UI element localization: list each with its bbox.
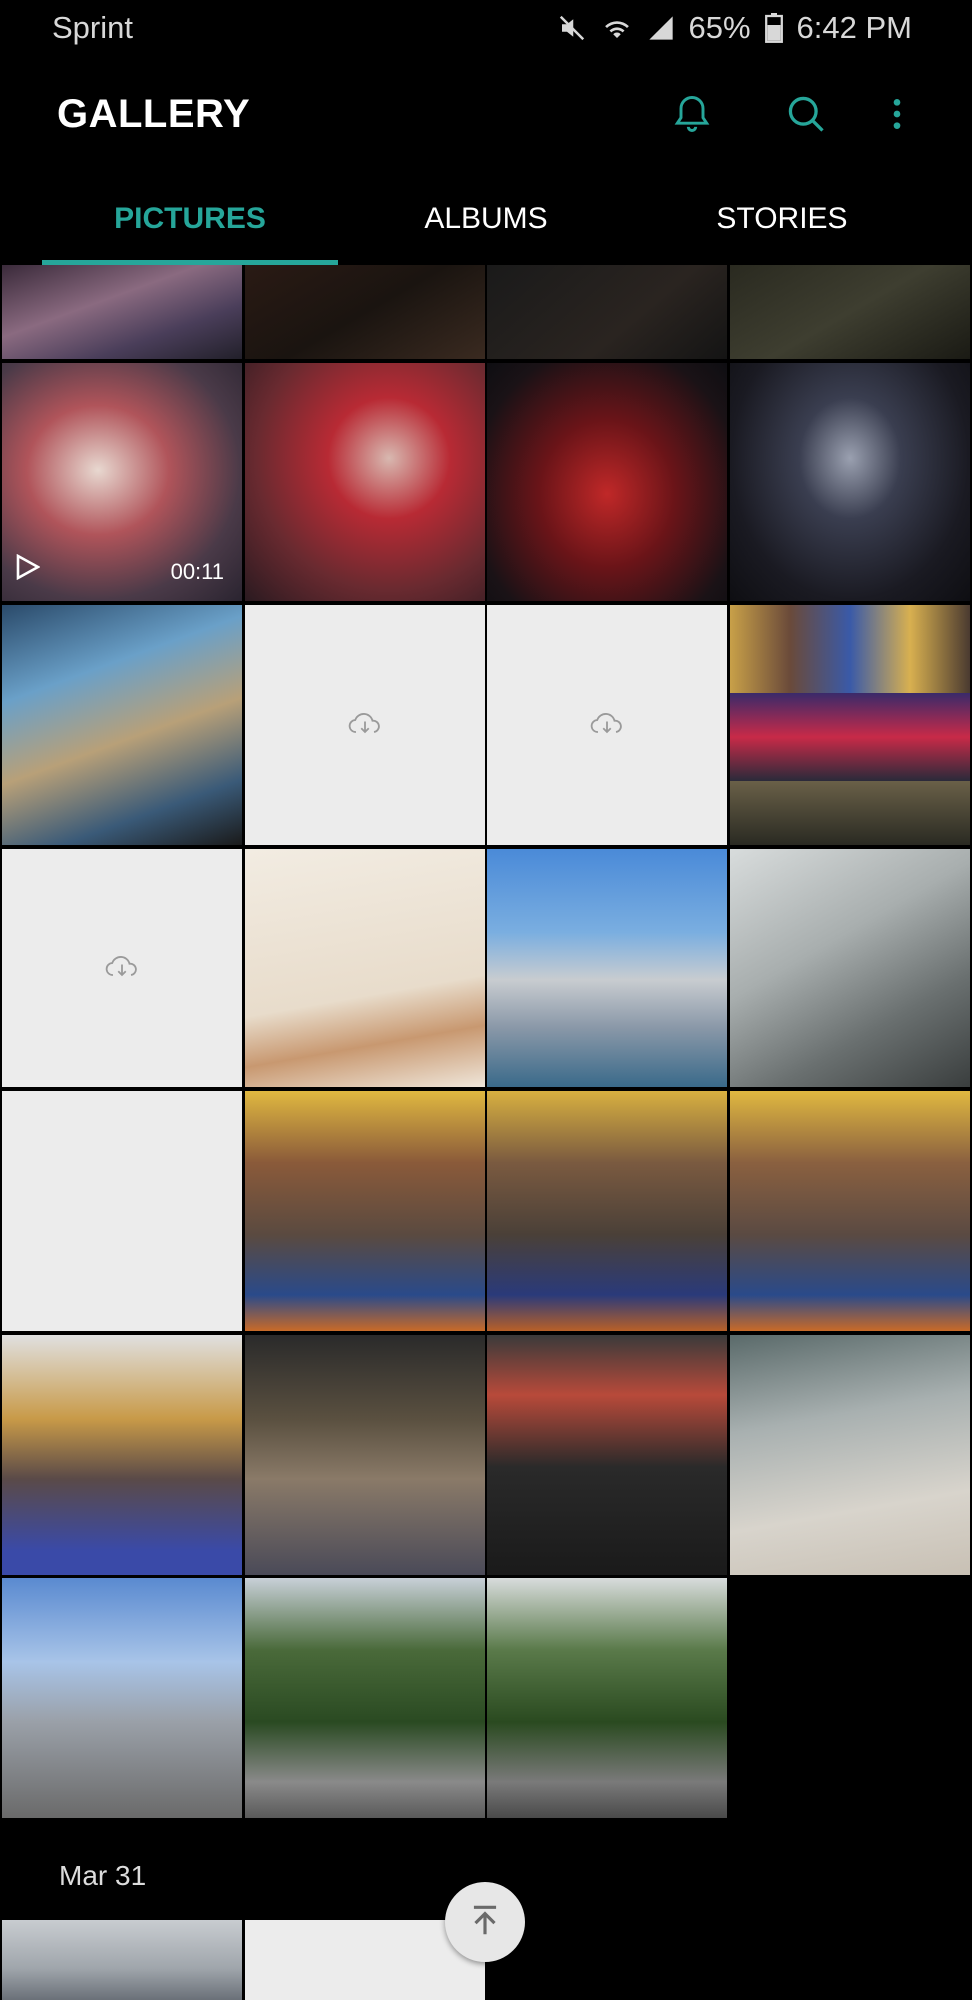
photo-thumbnail[interactable] — [487, 265, 727, 359]
search-button[interactable] — [778, 88, 834, 144]
photo-thumbnail[interactable] — [487, 1335, 727, 1575]
video-duration: 00:11 — [170, 559, 224, 584]
photo-placeholder[interactable] — [2, 1091, 242, 1331]
photo-placeholder[interactable] — [487, 605, 727, 845]
arrow-up-icon — [466, 1901, 504, 1944]
collage-part — [730, 781, 970, 845]
carrier-name: Sprint — [52, 10, 133, 45]
collage-thumbnail[interactable] — [730, 605, 970, 845]
photo-thumbnail[interactable] — [2, 1578, 242, 1818]
tab-albums[interactable]: ALBUMS — [338, 174, 634, 264]
photo-thumbnail[interactable] — [2, 605, 242, 845]
more-icon — [877, 92, 917, 141]
bell-icon — [670, 92, 714, 141]
notifications-button[interactable] — [664, 88, 720, 144]
photo-thumbnail[interactable] — [2, 1920, 242, 2000]
tab-stories[interactable]: STORIES — [634, 174, 930, 264]
photo-placeholder[interactable] — [245, 605, 485, 845]
scroll-to-top-button[interactable] — [445, 1882, 525, 1962]
battery-icon — [764, 13, 783, 43]
photo-thumbnail[interactable] — [245, 363, 485, 601]
status-bar: Sprint 65% 6:42 PM — [0, 0, 972, 58]
cloud-download-icon — [347, 709, 383, 742]
photo-thumbnail[interactable] — [730, 849, 970, 1087]
app-bar: GALLERY — [0, 58, 972, 174]
photo-thumbnail[interactable] — [2, 1335, 242, 1575]
status-icons: 65% 6:42 PM — [557, 10, 912, 46]
tab-bar: PICTURES ALBUMS STORIES — [0, 174, 972, 265]
signal-icon — [647, 14, 675, 42]
photo-thumbnail[interactable] — [245, 1091, 485, 1331]
play-icon — [16, 553, 41, 585]
clock: 6:42 PM — [796, 10, 912, 45]
photo-thumbnail[interactable] — [245, 1335, 485, 1575]
photo-thumbnail[interactable] — [730, 265, 970, 359]
tab-pictures[interactable]: PICTURES — [42, 174, 338, 264]
search-icon — [784, 92, 828, 141]
battery-percent: 65% — [688, 10, 751, 45]
mute-icon — [557, 13, 587, 43]
collage-part — [730, 693, 970, 781]
cloud-download-icon — [104, 952, 140, 985]
photo-thumbnail[interactable] — [487, 1091, 727, 1331]
photo-thumbnail[interactable] — [245, 265, 485, 359]
more-options-button[interactable] — [869, 88, 925, 144]
photo-thumbnail[interactable] — [487, 1578, 727, 1818]
cloud-download-icon — [589, 709, 625, 742]
photo-thumbnail[interactable] — [730, 1335, 970, 1575]
photo-thumbnail[interactable] — [245, 1578, 485, 1818]
photo-placeholder[interactable] — [2, 849, 242, 1087]
app-title: GALLERY — [57, 92, 251, 136]
photo-thumbnail[interactable] — [245, 849, 485, 1087]
video-thumbnail[interactable]: 00:11 — [2, 363, 242, 601]
section-date-header: Mar 31 — [59, 1860, 147, 1891]
photo-thumbnail[interactable] — [487, 363, 727, 601]
wifi-icon — [601, 13, 633, 43]
collage-part — [730, 605, 970, 693]
photo-thumbnail[interactable] — [730, 1091, 970, 1331]
photo-thumbnail[interactable] — [487, 849, 727, 1087]
photo-thumbnail[interactable] — [730, 363, 970, 601]
photo-thumbnail[interactable] — [2, 265, 242, 359]
